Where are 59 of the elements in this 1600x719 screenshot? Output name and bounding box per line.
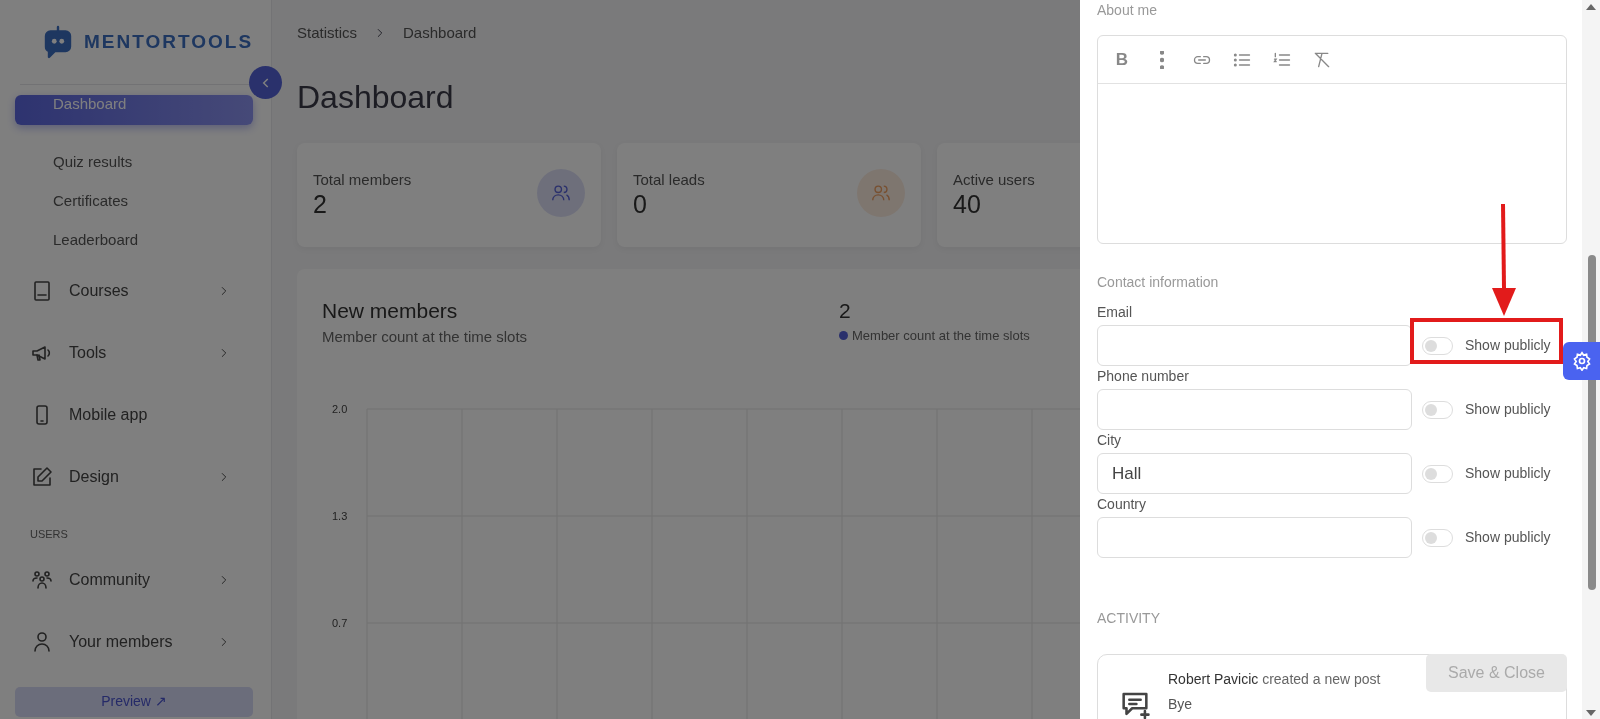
stat-value: 2	[313, 191, 328, 219]
settings-button[interactable]	[1563, 342, 1600, 380]
stat-label: Total members	[313, 169, 412, 190]
stat-label: Active users	[953, 169, 1035, 190]
toggle-label: Show publicly	[1464, 336, 1551, 355]
sidebar-item[interactable]: Community	[0, 548, 271, 611]
toggle-label: Show publicly	[1464, 400, 1551, 419]
preview-button[interactable]: Preview ↗	[15, 686, 253, 717]
toggle-switch[interactable]	[1422, 336, 1453, 355]
sidebar-subitem[interactable]: Certificates	[15, 182, 253, 221]
legend-dot	[839, 331, 848, 341]
more-options-icon	[1160, 50, 1164, 69]
pencil-icon	[30, 465, 54, 489]
axis-tick-label: 2.0	[332, 402, 348, 415]
section-heading: USERS	[29, 527, 69, 542]
breadcrumb-link[interactable]: Dashboard	[403, 22, 477, 45]
section-label: About me	[1097, 1, 1158, 20]
sidebar-item[interactable]: Mobile app	[0, 384, 271, 446]
input-field[interactable]	[1097, 517, 1412, 558]
toggle-label: Show publicly	[1464, 464, 1551, 483]
toggle-switch[interactable]	[1422, 464, 1453, 483]
sidebar-item[interactable]: Design	[0, 446, 271, 508]
input-field[interactable]	[1097, 389, 1412, 430]
bold-button[interactable]: B	[1110, 47, 1134, 72]
scrollbar[interactable]	[1582, 0, 1600, 719]
input-field[interactable]: Hall	[1097, 453, 1412, 494]
chart-subtitle: Member count at the time slots	[322, 327, 529, 347]
toggle-switch[interactable]	[1422, 528, 1453, 547]
sidebar-item[interactable]: Courses	[0, 260, 271, 322]
field-label: City	[1097, 433, 1123, 447]
stat-label: Total leads	[633, 169, 705, 190]
input-field[interactable]	[1097, 325, 1412, 366]
sidebar-subitem[interactable]: Dashboard	[15, 95, 253, 125]
toggle-label: Show publicly	[1464, 528, 1551, 547]
section-heading: Contact information	[1097, 273, 1220, 292]
collapse-button[interactable]	[249, 66, 282, 99]
field-label: Country	[1097, 497, 1148, 511]
logo-text: MENTORTOOLS	[84, 29, 254, 54]
activity-post-title: Bye	[1168, 695, 1194, 714]
rich-text-editor[interactable]: B	[1097, 35, 1567, 244]
section-heading: ACTIVITY	[1097, 609, 1161, 628]
axis-tick-label: 1.3	[332, 509, 348, 522]
gear-icon	[1571, 351, 1592, 371]
sidebar-item[interactable]: Your members	[0, 610, 271, 673]
activity-text: Robert Pavicic created a new post	[1168, 670, 1381, 689]
toggle-switch[interactable]	[1422, 400, 1453, 419]
sidebar-item[interactable]: Tools	[0, 322, 271, 384]
field-label: Email	[1097, 305, 1133, 319]
chart-total: 2	[839, 297, 852, 324]
field-label: Phone number	[1097, 369, 1190, 383]
stat-value: 0	[633, 191, 648, 219]
sidebar-subitem[interactable]: Quiz results	[15, 143, 253, 182]
legend-label: Member count at the time slots	[852, 327, 1030, 345]
axis-tick-label: 0.7	[332, 616, 348, 629]
sidebar-subitem[interactable]: Leaderboard	[15, 221, 253, 260]
stat-value: 40	[953, 191, 982, 219]
chart-title: New members	[322, 297, 459, 324]
page-title: Dashboard	[297, 77, 455, 117]
breadcrumb-link[interactable]: Statistics	[297, 22, 357, 45]
